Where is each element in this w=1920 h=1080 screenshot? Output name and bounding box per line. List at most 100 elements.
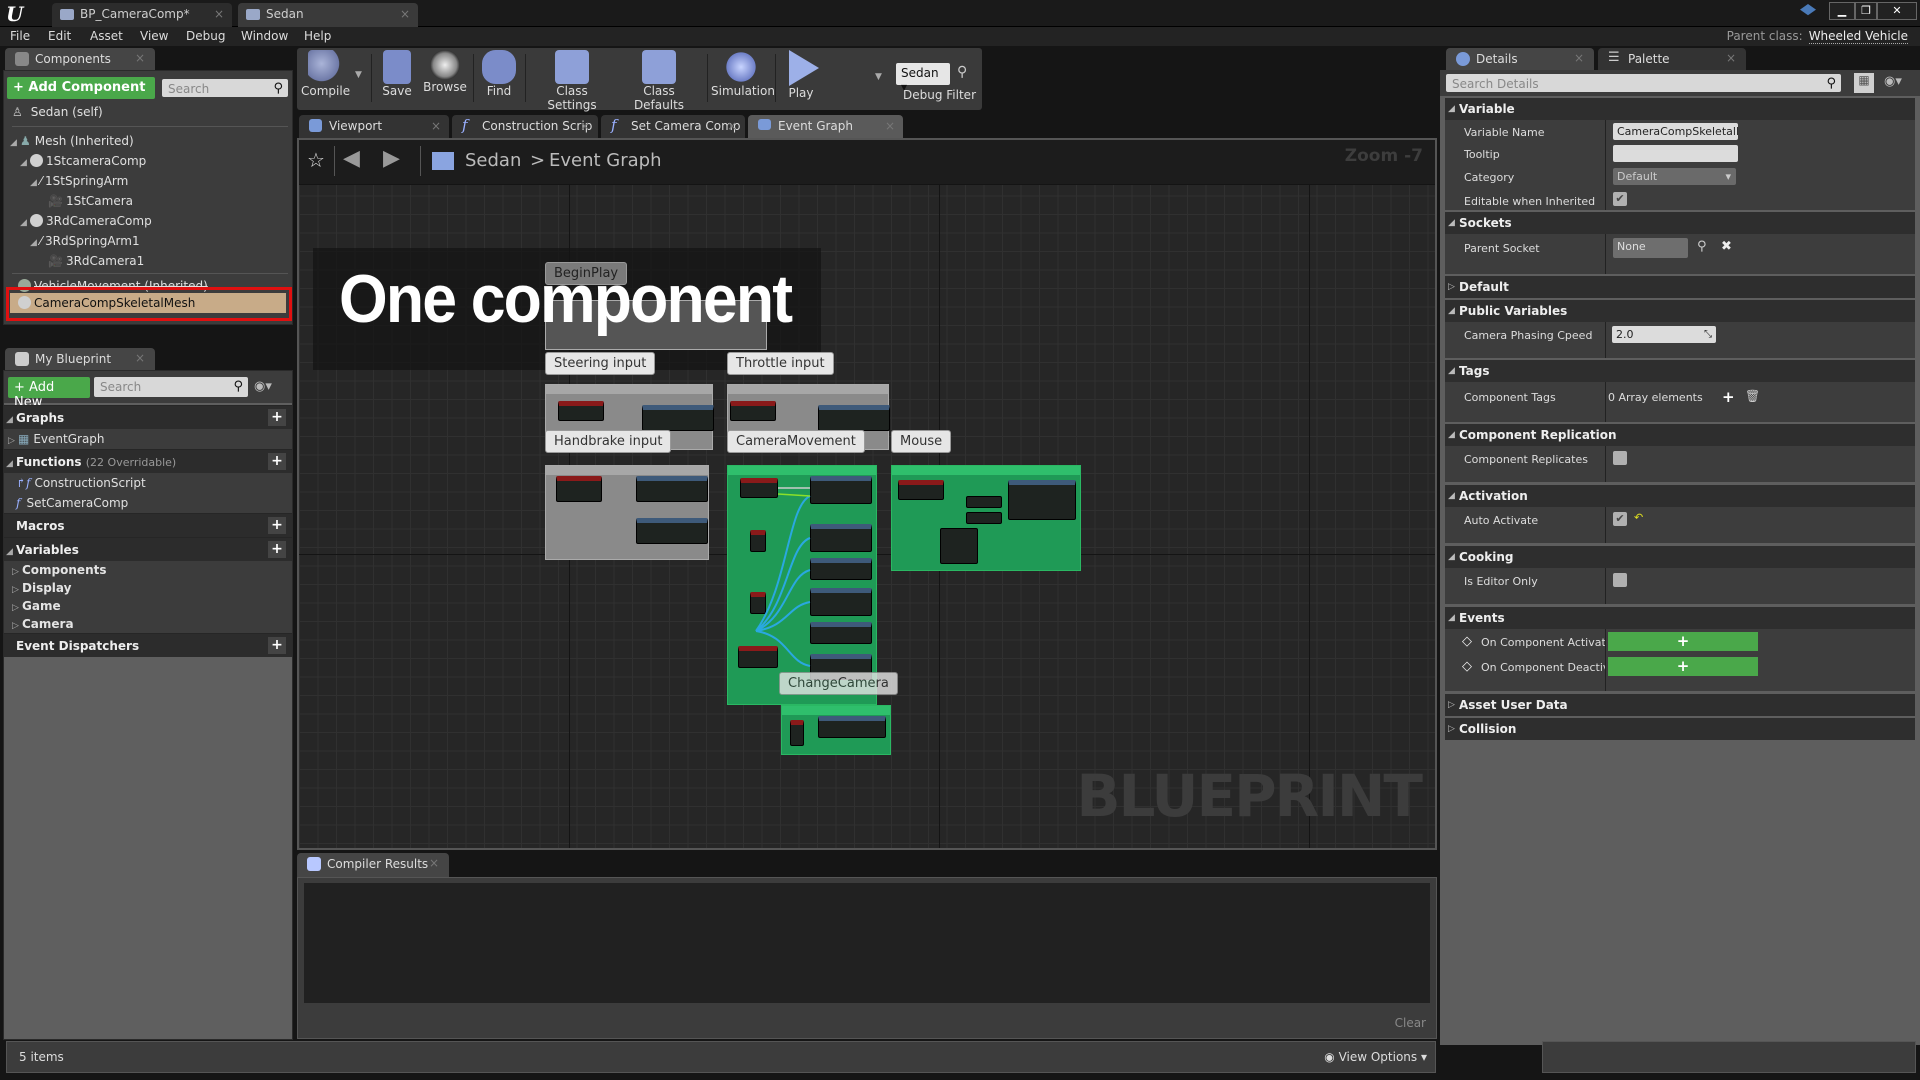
save-button[interactable]: Save [377, 50, 417, 106]
section-events[interactable]: ◢ Events [1445, 607, 1915, 629]
tree-item-3rdcamera1[interactable]: 🎥 3RdCamera1 [48, 251, 144, 271]
components-search-input[interactable]: Search ⚲ [162, 79, 288, 97]
menu-asset[interactable]: Asset [90, 29, 123, 43]
variable-category-game[interactable]: ▷ Game [4, 597, 292, 615]
doc-tab-bp-cameracomp[interactable]: BP_CameraComp* × [52, 3, 232, 27]
tab-details[interactable]: Details × [1446, 48, 1594, 70]
back-arrow-icon[interactable]: ◀ [343, 146, 360, 171]
expand-icon[interactable]: ◢ [20, 213, 30, 233]
clear-socket-icon[interactable]: ✖ [1721, 239, 1732, 254]
tree-item-1stcamera[interactable]: 🎥 1StCamera [48, 191, 133, 211]
section-cooking[interactable]: ◢ Cooking [1445, 546, 1915, 568]
variable-node[interactable] [966, 512, 1002, 524]
tab-construction-script[interactable]: f Construction Scrip × [452, 115, 598, 138]
property-matrix-icon[interactable]: ▦ [1854, 73, 1874, 93]
doc-tab-sedan[interactable]: Sedan × [238, 3, 418, 27]
close-icon[interactable]: × [885, 119, 895, 133]
details-search-input[interactable]: Search Details ⚲ [1446, 74, 1841, 92]
variable-node[interactable] [966, 496, 1002, 508]
key-node[interactable] [790, 720, 804, 746]
tree-item-3rdspringarm1[interactable]: ◢ ⁄ 3RdSpringArm1 [30, 231, 140, 251]
input-axis-node[interactable] [898, 480, 944, 500]
section-default[interactable]: ▷ Default [1445, 276, 1915, 298]
is-editor-only-checkbox[interactable] [1613, 573, 1627, 587]
section-public-variables[interactable]: ◢ Public Variables [1445, 300, 1915, 322]
input-axis-node[interactable] [558, 401, 604, 421]
tab-palette[interactable]: ☰ Palette × [1598, 48, 1746, 70]
comment-box-changecamera[interactable] [781, 705, 891, 755]
simulation-button[interactable]: Simulation [711, 50, 775, 106]
section-asset-user-data[interactable]: ▷ Asset User Data [1445, 694, 1915, 716]
category-select[interactable]: Default ▾ [1613, 168, 1736, 185]
parent-socket-input[interactable]: None [1613, 238, 1688, 258]
tree-item-1stcameracomp[interactable]: ◢ 1StcameraComp [20, 151, 146, 171]
add-macro-button[interactable]: + [268, 517, 286, 534]
tree-item-self[interactable]: ♙ Sedan (self) [12, 102, 103, 122]
breadcrumb-current[interactable]: Event Graph [549, 150, 662, 171]
function-item-setcameracomp[interactable]: f SetCameraComp [4, 493, 292, 513]
set-steering-node[interactable] [642, 405, 714, 431]
socket-search-icon[interactable]: ⚲ [1697, 239, 1707, 254]
tree-item-cameracompskeletalmesh[interactable]: CameraCompSkeletalMesh [10, 293, 286, 313]
event-graph-canvas[interactable]: ☆ ◀ ▶ Sedan > Event Graph Zoom -7 BeginP… [297, 138, 1437, 850]
forward-arrow-icon[interactable]: ▶ [383, 146, 400, 171]
variables-section[interactable]: ◢ Variables + [4, 537, 292, 561]
add-on-component-activated-button[interactable]: + [1608, 632, 1758, 651]
macros-section[interactable]: Macros + [4, 513, 292, 537]
tree-item-1stspringarm[interactable]: ◢ ⁄ 1StSpringArm [30, 171, 128, 191]
menu-file[interactable]: File [10, 29, 30, 43]
component-replicates-checkbox[interactable] [1613, 451, 1627, 465]
comment-bubble-changecamera-overlap[interactable]: ChangeCamera [779, 672, 898, 695]
find-button[interactable]: Find [479, 50, 519, 106]
parent-class-link[interactable]: Wheeled Vehicle [1808, 29, 1908, 44]
variable-category-display[interactable]: ▷ Display [4, 579, 292, 597]
delete-trash-icon[interactable]: 🗑 [1745, 389, 1760, 403]
tree-item-3rdcameracomp[interactable]: ◢ 3RdCameraComp [20, 211, 152, 231]
close-icon[interactable]: × [214, 7, 224, 21]
clear-button[interactable]: Clear [1395, 1016, 1426, 1030]
camera-speed-input[interactable]: 2.0 ⤡ [1612, 326, 1716, 343]
input-action-node[interactable] [556, 476, 602, 502]
expand-icon[interactable]: ◢ [20, 153, 30, 173]
graphs-section[interactable]: ◢ Graphs + [4, 405, 292, 429]
add-variable-button[interactable]: + [268, 541, 286, 558]
graph-item-eventgraph[interactable]: ▷ ▦ EventGraph [4, 429, 292, 449]
auto-activate-checkbox[interactable]: ✔ [1613, 512, 1627, 526]
change-camera-node[interactable] [818, 716, 886, 738]
close-icon[interactable]: × [580, 119, 590, 133]
add-element-icon[interactable]: + [1722, 388, 1735, 406]
branch-node[interactable] [940, 528, 978, 564]
section-component-replication[interactable]: ◢ Component Replication [1445, 424, 1915, 446]
comment-bubble-mouse[interactable]: Mouse [891, 430, 952, 453]
tab-my-blueprint[interactable]: My Blueprint × [5, 348, 155, 370]
comment-box-mouse[interactable] [891, 465, 1081, 571]
expand-icon[interactable]: ◢ [10, 133, 20, 153]
section-activation[interactable]: ◢ Activation [1445, 485, 1915, 507]
variable-category-camera[interactable]: ▷ Camera [4, 615, 292, 633]
section-collision[interactable]: ▷ Collision [1445, 718, 1915, 740]
add-on-component-deactivated-button[interactable]: + [1608, 657, 1758, 676]
variable-category-components[interactable]: ▷ Components [4, 561, 292, 579]
comment-box-handbrake[interactable] [545, 465, 709, 560]
breadcrumb-root[interactable]: Sedan [465, 150, 521, 171]
minimize-button[interactable]: ▁ [1829, 2, 1855, 20]
class-settings-button[interactable]: Class Settings [531, 50, 613, 112]
editable-inherited-checkbox[interactable]: ✔ [1613, 192, 1627, 206]
tab-components[interactable]: Components × [5, 48, 155, 70]
set-handbrake-node[interactable] [636, 518, 708, 544]
close-icon[interactable]: × [727, 119, 737, 133]
play-options-dropdown-icon[interactable]: ▼ [875, 72, 882, 82]
close-icon[interactable]: × [431, 119, 441, 133]
menu-window[interactable]: Window [241, 29, 288, 43]
comment-bubble-cameramovement[interactable]: CameraMovement [727, 430, 865, 453]
comment-bubble-handbrake[interactable]: Handbrake input [545, 430, 672, 453]
set-throttle-node[interactable] [818, 405, 890, 431]
visibility-eye-icon[interactable]: ◉▾ [254, 379, 272, 394]
browse-button[interactable]: Browse [421, 50, 469, 106]
add-function-button[interactable]: + [268, 453, 286, 470]
set-handbrake-node[interactable] [636, 476, 708, 502]
menu-help[interactable]: Help [304, 29, 331, 43]
expand-icon[interactable]: ◢ [30, 233, 40, 253]
class-defaults-button[interactable]: Class Defaults [617, 50, 701, 112]
compile-button[interactable]: Compile [301, 50, 350, 106]
